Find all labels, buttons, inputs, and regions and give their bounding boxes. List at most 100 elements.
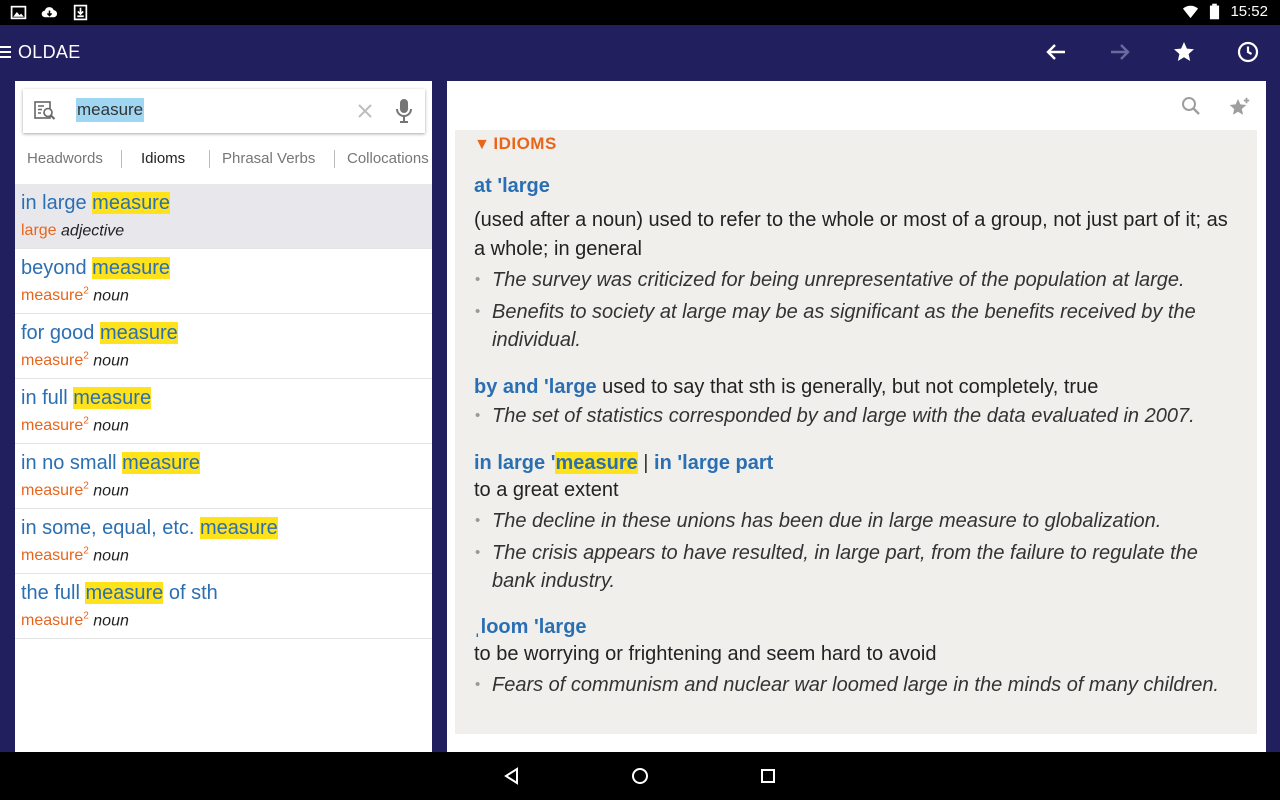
- result-match: measure: [92, 257, 170, 279]
- result-title: the full measure of sth: [21, 580, 432, 606]
- collapse-triangle-icon[interactable]: ▼: [474, 136, 490, 153]
- status-time: 15:52: [1230, 3, 1268, 20]
- nav-home-button[interactable]: [628, 764, 652, 788]
- idiom-title[interactable]: ˌloom 'large: [474, 614, 1244, 640]
- result-source: measure2 noun: [21, 542, 432, 566]
- idiom-definition: (used after a noun) used to refer to the…: [474, 209, 1228, 260]
- idiom-title-match: measure: [555, 452, 638, 474]
- headword-text: large: [21, 222, 57, 240]
- results-panel: measure Headwords Idioms Phrasal Verbs C…: [15, 81, 432, 752]
- idiom-entry: by and 'large used to say that sth is ge…: [474, 374, 1244, 430]
- menu-icon[interactable]: [0, 45, 11, 59]
- cloud-download-icon: [41, 7, 58, 18]
- app-bar: OLDAE: [0, 25, 1280, 81]
- result-source: large adjective: [21, 217, 432, 241]
- result-title-suffix: of sth: [163, 582, 218, 604]
- homonym-number: 2: [83, 611, 89, 622]
- idioms-section: ▼ IDIOMS at 'large (used after a noun) us…: [455, 130, 1257, 734]
- nav-recents-button[interactable]: [756, 764, 780, 788]
- part-of-speech: noun: [93, 482, 129, 500]
- result-item[interactable]: the full measure of sth measure2 noun: [15, 574, 432, 639]
- app-title[interactable]: OLDAE: [18, 42, 81, 63]
- idiom-definition: to be worrying or frightening and seem h…: [474, 643, 937, 665]
- headword-text: measure: [21, 612, 84, 630]
- result-source: measure2 noun: [21, 607, 432, 631]
- result-match: measure: [73, 387, 152, 409]
- result-headword: measure2: [21, 611, 89, 630]
- result-headword: measure2: [21, 546, 89, 565]
- tab-idioms[interactable]: Idioms: [141, 150, 185, 167]
- result-item[interactable]: in some, equal, etc. measure measure2 no…: [15, 509, 432, 574]
- arrow-back-icon: [1046, 44, 1065, 60]
- result-title-text: in large: [21, 192, 93, 214]
- dictionary-search-icon[interactable]: [33, 99, 57, 123]
- headword-text: measure: [21, 287, 84, 305]
- result-title: for good measure: [21, 320, 432, 346]
- search-in-entry-icon[interactable]: [1181, 96, 1201, 116]
- homonym-number: 2: [83, 286, 89, 297]
- clear-icon[interactable]: [356, 102, 374, 120]
- result-title-text: in full: [21, 387, 74, 409]
- part-of-speech: noun: [93, 352, 129, 370]
- idiom-title[interactable]: at 'large: [474, 173, 1244, 199]
- battery-icon: [1210, 3, 1220, 20]
- result-headword: large: [21, 222, 57, 239]
- idioms-header[interactable]: ▼ IDIOMS: [474, 134, 557, 154]
- result-source: measure2 noun: [21, 282, 432, 306]
- add-favorite-icon[interactable]: [1228, 95, 1252, 119]
- favorite-button[interactable]: [1171, 39, 1197, 65]
- microphone-icon[interactable]: [394, 98, 414, 124]
- result-match: measure: [99, 322, 178, 344]
- idiom-title[interactable]: in large 'measure | in 'large part: [474, 450, 1244, 476]
- headword-text: measure: [21, 547, 84, 565]
- result-title: in large measure: [21, 190, 432, 216]
- back-button[interactable]: [1043, 39, 1069, 65]
- idiom-title-text: in large ': [474, 452, 556, 474]
- idiom-entry: in large 'measure | in 'large part to a …: [474, 450, 1244, 595]
- result-title-text: for good: [21, 322, 100, 344]
- result-headword: measure2: [21, 286, 89, 305]
- arrow-forward-icon: [1111, 44, 1130, 60]
- homonym-number: 2: [83, 546, 89, 557]
- headword-text: measure: [21, 417, 84, 435]
- part-of-speech: noun: [93, 547, 129, 565]
- result-headword: measure2: [21, 351, 89, 369]
- result-item[interactable]: beyond measure measure2 noun: [15, 249, 432, 314]
- idiom-example: Benefits to society at large may be as s…: [474, 298, 1244, 354]
- tab-divider: [209, 150, 210, 168]
- idiom-entry: ˌloom 'large to be worrying or frighteni…: [474, 614, 1244, 699]
- idiom-example: The decline in these unions has been due…: [474, 507, 1244, 535]
- star-icon: [1174, 42, 1194, 61]
- search-input[interactable]: measure: [76, 98, 145, 122]
- result-title: in no small measure: [21, 450, 432, 476]
- results-list: in large measure large adjective beyond …: [15, 184, 432, 639]
- result-title-text: the full: [21, 582, 86, 604]
- nav-recents-icon: [761, 769, 775, 783]
- title-separator: |: [637, 452, 655, 474]
- tab-collocations[interactable]: Collocations: [347, 150, 429, 167]
- nav-back-button[interactable]: [500, 764, 524, 788]
- tab-phrasal-verbs[interactable]: Phrasal Verbs: [222, 150, 315, 167]
- result-item[interactable]: for good measure measure2 noun: [15, 314, 432, 379]
- idiom-example: The crisis appears to have resulted, in …: [474, 539, 1244, 595]
- part-of-speech: noun: [93, 287, 129, 305]
- result-title-text: in some, equal, etc.: [21, 517, 200, 539]
- section-label: IDIOMS: [493, 134, 557, 153]
- idiom-definition: used to say that sth is generally, but n…: [602, 376, 1099, 398]
- result-item[interactable]: in no small measure measure2 noun: [15, 444, 432, 509]
- result-item[interactable]: in large measure large adjective: [15, 184, 432, 249]
- history-button[interactable]: [1235, 39, 1261, 65]
- part-of-speech: noun: [93, 612, 129, 630]
- idiom-title[interactable]: by and 'large: [474, 376, 597, 398]
- homonym-number: 2: [83, 416, 89, 427]
- result-match: measure: [92, 192, 170, 214]
- idiom-entry: at 'large (used after a noun) used to re…: [474, 173, 1244, 354]
- forward-button[interactable]: [1107, 39, 1133, 65]
- tab-divider: [334, 150, 335, 168]
- result-item[interactable]: in full measure measure2 noun: [15, 379, 432, 444]
- tab-headwords[interactable]: Headwords: [27, 150, 103, 167]
- tab-divider: [121, 150, 122, 168]
- clock-icon: [1237, 41, 1259, 63]
- idiom-example: Fears of communism and nuclear war loome…: [474, 671, 1244, 699]
- result-match: measure: [122, 452, 200, 474]
